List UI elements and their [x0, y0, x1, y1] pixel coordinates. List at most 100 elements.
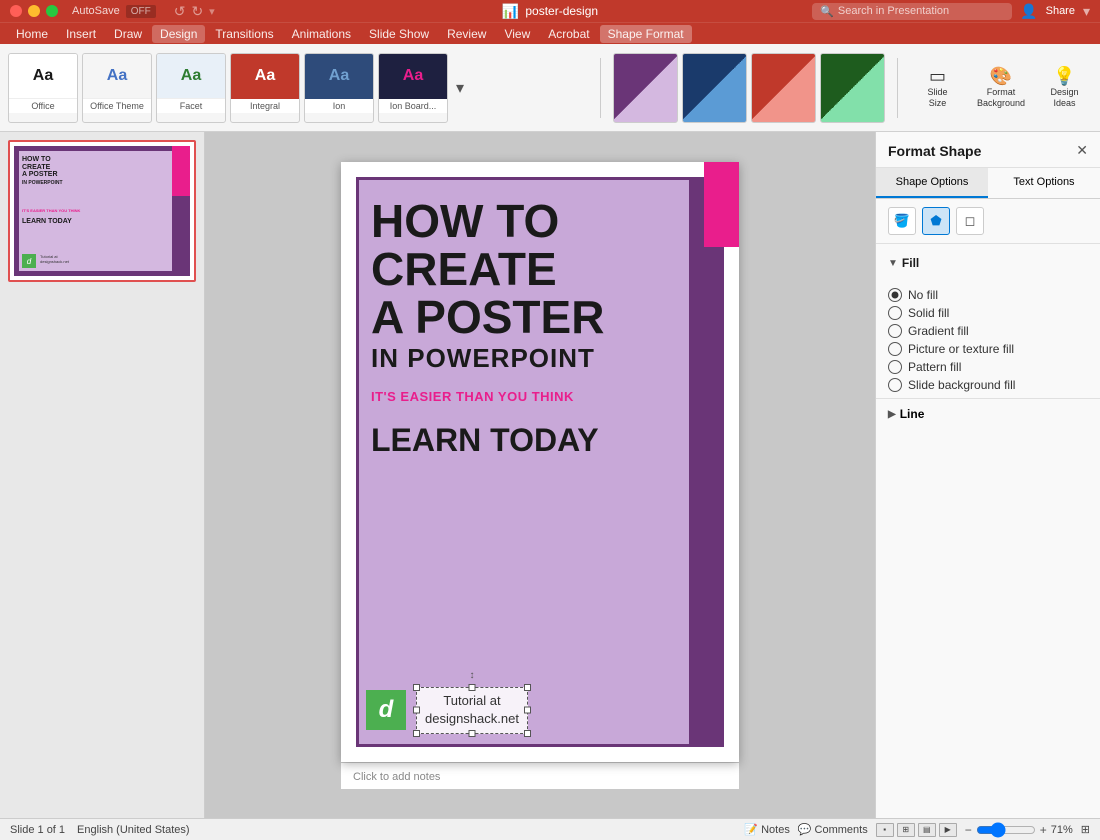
solid-fill-radio[interactable]	[888, 306, 902, 320]
color-combo-3[interactable]	[751, 53, 816, 123]
fill-options-group: No fill Solid fill Gradient fill Picture…	[876, 282, 1100, 398]
notes-area[interactable]: Click to add notes	[341, 762, 739, 789]
design-ideas-button[interactable]: 💡 DesignIdeas	[1037, 62, 1092, 113]
normal-view-button[interactable]: ▪	[876, 823, 894, 837]
tab-text-options[interactable]: Text Options	[988, 168, 1100, 198]
search-placeholder: Search in Presentation	[838, 5, 949, 17]
format-background-button[interactable]: 🎨 FormatBackground	[969, 62, 1033, 113]
solid-fill-option[interactable]: Solid fill	[888, 304, 1088, 322]
search-icon: 🔍	[820, 5, 834, 18]
theme-gallery-chevron[interactable]: ▾	[452, 53, 468, 123]
no-fill-option[interactable]: No fill	[888, 286, 1088, 304]
poster-subtitle: IT'S EASIER THAN YOU THINK	[371, 389, 684, 404]
slideshow-view-button[interactable]: ▶	[939, 823, 957, 837]
fill-section: ▼ Fill	[876, 244, 1100, 282]
notes-placeholder: Click to add notes	[353, 771, 440, 783]
menu-home[interactable]: Home	[8, 25, 56, 43]
menu-shape-format[interactable]: Shape Format	[600, 25, 692, 43]
effects-icon-btn[interactable]: ◻	[956, 207, 984, 235]
slide-bg-fill-option[interactable]: Slide background fill	[888, 376, 1088, 394]
pattern-fill-label: Pattern fill	[908, 360, 961, 374]
color-combo-1[interactable]	[613, 53, 678, 123]
theme-item-5[interactable]: Aa Ion	[304, 53, 374, 123]
reading-view-button[interactable]: ▤	[918, 823, 936, 837]
toolbar-separator-1	[600, 58, 601, 118]
menu-transitions[interactable]: Transitions	[207, 25, 281, 43]
theme-gallery: Aa Office Aa Office Theme Aa Facet Aa In…	[8, 53, 588, 123]
poster-white-top	[341, 162, 739, 177]
selection-handle-ml	[413, 707, 420, 714]
slide-sorter-button[interactable]: ⊞	[897, 823, 915, 837]
share-button[interactable]: Share	[1046, 5, 1075, 17]
picture-texture-fill-label: Picture or texture fill	[908, 342, 1014, 356]
zoom-slider[interactable]	[976, 822, 1036, 838]
slide-info: Slide 1 of 1	[10, 824, 65, 836]
picture-texture-fill-radio[interactable]	[888, 342, 902, 356]
theme-item-6[interactable]: Aa Ion Board...	[378, 53, 448, 123]
autosave-toggle[interactable]: OFF	[126, 5, 156, 18]
comments-button[interactable]: 💬 Comments	[798, 823, 868, 836]
no-fill-radio[interactable]	[888, 288, 902, 302]
format-panel-close-button[interactable]: ✕	[1076, 142, 1088, 159]
menu-animations[interactable]: Animations	[284, 25, 359, 43]
fill-section-header[interactable]: ▼ Fill	[888, 252, 1088, 274]
notes-label: Notes	[761, 824, 790, 836]
mini-poster-subtitle: IT'S EASIER THAN YOU THINK	[22, 208, 80, 213]
comments-icon: 💬	[798, 823, 812, 836]
tab-shape-options[interactable]: Shape Options	[876, 168, 988, 198]
menu-design[interactable]: Design	[152, 25, 205, 43]
zoom-out-button[interactable]: −	[965, 823, 972, 837]
slide-size-button[interactable]: ▭ SlideSize	[910, 62, 965, 113]
gradient-fill-radio[interactable]	[888, 324, 902, 338]
menu-view[interactable]: View	[496, 25, 538, 43]
toolbar: Aa Office Aa Office Theme Aa Facet Aa In…	[0, 44, 1100, 132]
menu-review[interactable]: Review	[439, 25, 494, 43]
menu-slideshow[interactable]: Slide Show	[361, 25, 437, 43]
slide-thumbnail-1[interactable]: 1 HOW TOCREATEA POSTERIN POWERPOINT IT'S…	[8, 140, 196, 282]
color-combo-2[interactable]	[682, 53, 747, 123]
text-selection-box[interactable]: Tutorial atdesignshack.net ↕	[416, 687, 528, 733]
slide-size-icon: ▭	[929, 66, 946, 87]
menu-acrobat[interactable]: Acrobat	[540, 25, 597, 43]
share-chevron-icon[interactable]: ▾	[1083, 3, 1090, 20]
undo-icon[interactable]: ↺	[174, 3, 186, 20]
line-section-header[interactable]: ▶ Line	[888, 407, 1088, 421]
notes-button[interactable]: 📝 Notes	[744, 823, 789, 836]
title-bar: AutoSave OFF ↺ ↻ ▾ 📊 poster-design 🔍 Sea…	[0, 0, 1100, 22]
theme-item-2[interactable]: Aa Office Theme	[82, 53, 152, 123]
minimize-window-button[interactable]	[28, 5, 40, 17]
menu-insert[interactable]: Insert	[58, 25, 104, 43]
shape-icon-btn[interactable]: ⬟	[922, 207, 950, 235]
gradient-fill-option[interactable]: Gradient fill	[888, 322, 1088, 340]
search-bar[interactable]: 🔍 Search in Presentation	[812, 3, 1012, 20]
pattern-fill-option[interactable]: Pattern fill	[888, 358, 1088, 376]
line-section-arrow: ▶	[888, 409, 896, 420]
status-right: 📝 Notes 💬 Comments ▪ ⊞ ▤ ▶ − + 71% ⊞	[744, 822, 1090, 838]
fill-icon: 🪣	[894, 213, 910, 229]
picture-texture-fill-option[interactable]: Picture or texture fill	[888, 340, 1088, 358]
redo-icon[interactable]: ↻	[191, 3, 203, 20]
poster-main-title: HOW TO CREATE A POSTER	[371, 197, 684, 342]
gradient-fill-label: Gradient fill	[908, 324, 969, 338]
theme-item-1[interactable]: Aa Office	[8, 53, 78, 123]
slide-canvas[interactable]: HOW TO CREATE A POSTER IN POWERPOINT IT'…	[341, 162, 739, 762]
close-window-button[interactable]	[10, 5, 22, 17]
document-title: poster-design	[525, 4, 598, 18]
autosave-label: AutoSave	[72, 5, 120, 17]
color-combo-4[interactable]	[820, 53, 885, 123]
more-commands-icon[interactable]: ▾	[209, 5, 215, 18]
zoom-in-button[interactable]: +	[1040, 823, 1047, 837]
theme-item-3[interactable]: Aa Facet	[156, 53, 226, 123]
maximize-window-button[interactable]	[46, 5, 58, 17]
theme-item-4[interactable]: Aa Integral	[230, 53, 300, 123]
slide-bg-fill-radio[interactable]	[888, 378, 902, 392]
menu-draw[interactable]: Draw	[106, 25, 150, 43]
selection-handle-bl	[413, 730, 420, 737]
comments-label: Comments	[815, 824, 868, 836]
fit-to-window-button[interactable]: ⊞	[1081, 823, 1090, 836]
format-bg-icon: 🎨	[990, 66, 1012, 87]
user-icon[interactable]: 👤	[1020, 3, 1037, 20]
pattern-fill-radio[interactable]	[888, 360, 902, 374]
fill-line-icon-btn[interactable]: 🪣	[888, 207, 916, 235]
status-left: Slide 1 of 1 English (United States)	[10, 824, 190, 836]
